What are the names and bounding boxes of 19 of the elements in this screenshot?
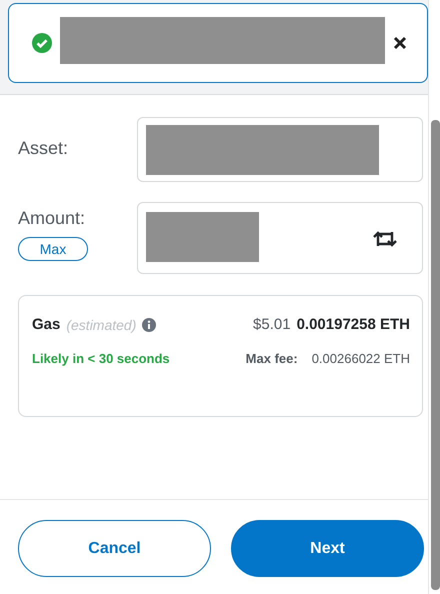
check-circle-icon	[32, 33, 52, 53]
max-fee-label: Max fee:	[246, 351, 298, 366]
max-fee-value: 0.00266022 ETH	[312, 351, 410, 366]
field-label: Asset:	[18, 138, 68, 159]
cancel-button[interactable]: Cancel	[18, 520, 211, 577]
max-button[interactable]: Max	[18, 237, 88, 261]
gas-label: Gas	[32, 316, 60, 333]
gas-qualifier: (estimated)	[66, 316, 136, 332]
scrollbar-thumb[interactable]	[431, 120, 440, 590]
eth-amount: 0.00197258 ETH	[296, 316, 410, 333]
amount-field[interactable]	[137, 202, 423, 274]
asset-field[interactable]	[137, 117, 423, 182]
next-button[interactable]: Next	[231, 520, 424, 577]
fiat-amount: $5.01	[253, 316, 291, 333]
timing-estimate: Likely in < 30 seconds	[32, 351, 170, 366]
swap-arrows-icon[interactable]	[372, 230, 398, 248]
close-icon[interactable]	[393, 36, 407, 50]
field-label: Amount:	[18, 208, 86, 229]
info-icon[interactable]	[142, 318, 156, 332]
